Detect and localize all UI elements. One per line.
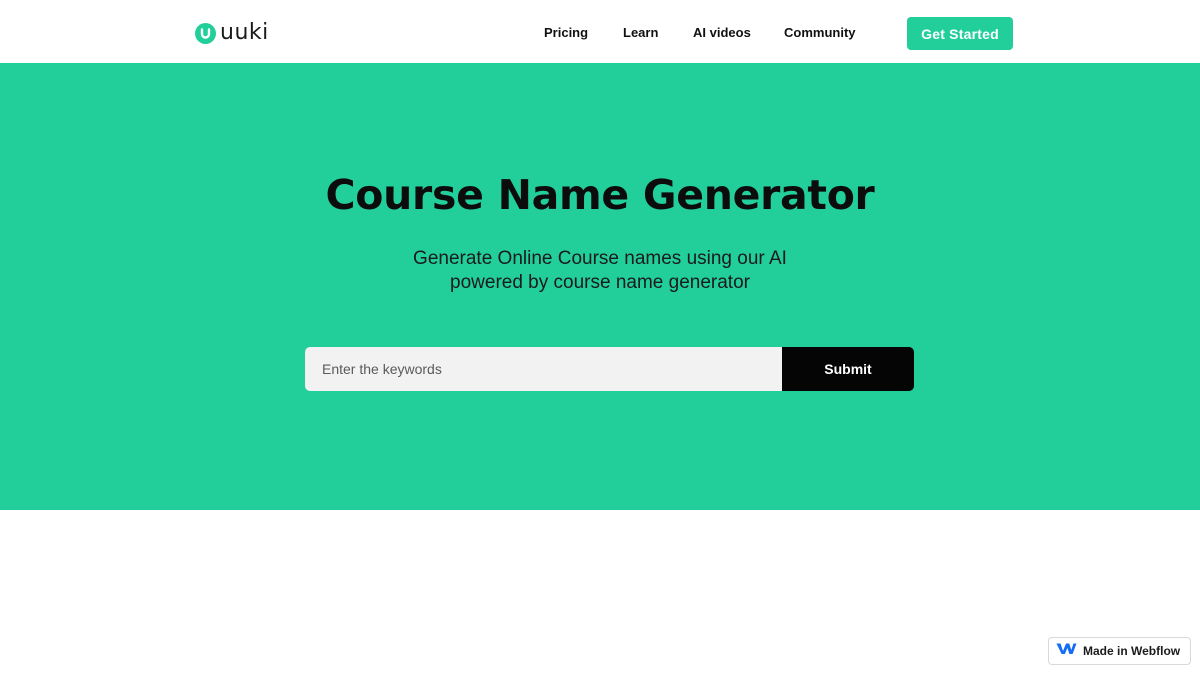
made-in-webflow-badge[interactable]: Made in Webflow xyxy=(1048,637,1191,665)
page-title: Course Name Generator xyxy=(325,171,875,219)
submit-button[interactable]: Submit xyxy=(782,347,914,391)
top-navbar: uuki Pricing Learn AI videos Community G… xyxy=(0,0,1200,63)
get-started-button[interactable]: Get Started xyxy=(907,17,1013,50)
keyword-form: Submit xyxy=(305,347,914,391)
nav-link-learn[interactable]: Learn xyxy=(623,24,658,42)
uuki-logo-icon xyxy=(195,22,216,44)
hero-subtitle: Generate Online Course names using our A… xyxy=(413,248,787,293)
nav-link-pricing[interactable]: Pricing xyxy=(544,24,588,42)
uuki-logo[interactable]: uuki xyxy=(195,20,269,46)
keywords-input[interactable] xyxy=(305,347,782,391)
webflow-logo-icon xyxy=(1056,642,1077,660)
logo-wordmark: uuki xyxy=(220,20,269,45)
hero-section: Course Name Generator Generate Online Co… xyxy=(0,63,1200,510)
nav-link-ai-videos[interactable]: AI videos xyxy=(693,24,751,42)
nav-link-community[interactable]: Community xyxy=(784,24,856,42)
made-in-webflow-label: Made in Webflow xyxy=(1083,644,1181,658)
